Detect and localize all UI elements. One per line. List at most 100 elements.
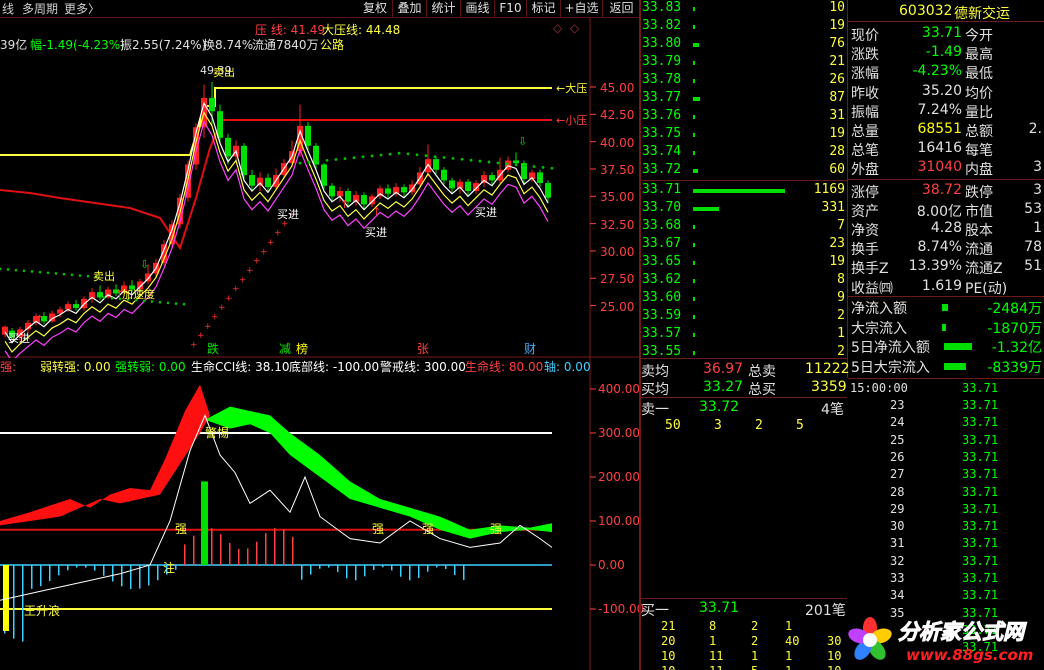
- accel-label: 加速度: [122, 288, 155, 301]
- sell-avg-label: 卖均: [641, 364, 669, 380]
- flow-label: 5日净流入额: [851, 340, 930, 356]
- order-book-row[interactable]: 33.78 26: [641, 72, 847, 90]
- quote-label: 跌停: [965, 184, 993, 201]
- candle-body: [329, 185, 335, 197]
- toolbar-button-back[interactable]: 返回: [602, 0, 640, 18]
- cci-indicator-panel[interactable]: 强: 弱转强: 0.00 强转弱: 0.00 生命CCI线: 38.10 底部线…: [0, 358, 644, 670]
- quote-label: 总量: [851, 124, 879, 140]
- quote-value: 31040: [917, 159, 962, 176]
- support-dot: [62, 272, 66, 276]
- cci-volume-bar: [463, 565, 465, 580]
- trade-time: 32: [890, 553, 905, 568]
- support-dot: [174, 302, 178, 305]
- support-dot: [361, 155, 365, 159]
- trade-time: 23: [890, 398, 905, 412]
- trade-price: 33.71: [962, 449, 999, 464]
- order-book-row[interactable]: 33.71 1169: [641, 182, 847, 200]
- order-book-row[interactable]: 33.74 28: [641, 144, 847, 162]
- cci-volume-bar: [310, 565, 312, 575]
- quote-label: 收益㈣: [851, 280, 893, 297]
- cci-volume-bar: [211, 528, 213, 565]
- order-book-row[interactable]: 33.79 21: [641, 54, 847, 72]
- cci-red-band: [0, 384, 210, 526]
- toolbar-button-fuquan[interactable]: 复权: [358, 0, 392, 18]
- support-cross: +: [225, 294, 233, 304]
- buy1-queue-item: 1: [785, 649, 793, 663]
- candle-body: [513, 160, 519, 164]
- cci-life-value: 生命线: 80.00: [465, 360, 544, 374]
- order-book-row[interactable]: 33.65 19: [641, 254, 847, 272]
- support-dot: [496, 161, 500, 165]
- order-volume-bar: [693, 333, 695, 337]
- order-volume: 19: [829, 18, 845, 33]
- cci-axis-value: 轴: 0.00: [544, 360, 591, 374]
- toolbar-item-multi-period[interactable]: 多周期: [22, 1, 58, 17]
- support-dot: [397, 151, 401, 155]
- toolbar-button-add-watchlist[interactable]: +自选: [560, 0, 602, 18]
- order-volume: 26: [829, 72, 845, 87]
- order-book-row[interactable]: 33.59 2: [641, 308, 847, 326]
- support-dot: [110, 296, 114, 300]
- order-volume: 2: [837, 344, 845, 359]
- order-book-row[interactable]: 33.57 1: [641, 326, 847, 344]
- buy-total-label: 总买: [748, 382, 776, 398]
- toolbar-button-draw[interactable]: 画线: [460, 0, 494, 18]
- quote-label: 最高: [965, 47, 993, 64]
- price-tick-label: 25.00: [600, 299, 635, 314]
- toolbar-button-f10[interactable]: F10: [494, 0, 526, 18]
- toolbar-item-line[interactable]: 线: [2, 1, 14, 17]
- divider: [641, 397, 847, 398]
- order-book-row[interactable]: 33.80 76: [641, 36, 847, 54]
- order-book-row[interactable]: 33.67 23: [641, 236, 847, 254]
- order-price: 33.79: [642, 54, 682, 69]
- support-dot: [78, 274, 82, 277]
- sell-total-label: 总卖: [748, 364, 776, 380]
- order-price: 33.67: [642, 236, 682, 251]
- order-book-row[interactable]: 33.70 331: [641, 200, 847, 218]
- cci-volume-bar: [175, 565, 177, 570]
- support-dot: [30, 270, 34, 273]
- cci-volume-bar: [121, 565, 123, 587]
- big-pressure-line: [0, 87, 552, 156]
- order-volume: 10: [829, 0, 845, 15]
- toolbar-button-mark[interactable]: 标记: [526, 0, 560, 18]
- order-book-row[interactable]: 33.76 31: [641, 108, 847, 126]
- sell1-queue-item: 3: [714, 418, 722, 433]
- cci-volume-bar: [265, 533, 267, 565]
- trade-time: 31: [890, 536, 905, 551]
- price-tick-label: 27.50: [600, 272, 635, 287]
- order-book-row[interactable]: 33.82 19: [641, 18, 847, 36]
- candle-body: [225, 137, 231, 157]
- quote-label: 内盘: [965, 162, 993, 179]
- arrow-up-icon: ↑: [372, 205, 381, 218]
- order-price: 33.60: [642, 290, 682, 305]
- support-dot: [307, 160, 311, 164]
- cci-tick-label: 300.00: [598, 426, 640, 440]
- kline-chart-panel[interactable]: + + + + + + + + + + + + + + + ↑ ↑ ↑ ↑ ⇩ ⇩ 压 线: 41.49 大压线: 44…: [0, 18, 640, 358]
- sell-avg-value: 36.97: [703, 361, 744, 377]
- toolbar-item-more[interactable]: 更多〉: [64, 1, 100, 17]
- order-book-row[interactable]: 33.75 19: [641, 126, 847, 144]
- diamond-icon: ◇: [570, 21, 580, 35]
- toolbar-button-overlay[interactable]: 叠加: [392, 0, 426, 18]
- order-book-row[interactable]: 33.62 8: [641, 272, 847, 290]
- order-book-row[interactable]: 33.83 10: [641, 0, 847, 18]
- order-price: 33.57: [642, 326, 682, 341]
- quote-label: 最低: [965, 66, 993, 83]
- cci-strong-to-weak: 强转弱: 0.00: [115, 360, 186, 374]
- order-book-row[interactable]: 33.60 9: [641, 290, 847, 308]
- quote-label: 昨收: [851, 85, 879, 102]
- order-price: 33.76: [642, 108, 682, 123]
- cci-volume-bar: [409, 565, 411, 581]
- order-book-summary: 卖均 36.97 总卖 11222 买均 33.27 总买 3359 卖一 33…: [641, 359, 850, 670]
- toolbar-button-stats[interactable]: 统计: [426, 0, 460, 18]
- order-book-row[interactable]: 33.72 60: [641, 162, 847, 180]
- event-label-cai: 财: [524, 342, 537, 356]
- support-cross: +: [274, 229, 282, 239]
- order-book-row[interactable]: 33.68 7: [641, 218, 847, 236]
- support-dot: [415, 153, 419, 157]
- cci-volume-bar: [346, 565, 348, 579]
- quote-value: -1.49: [925, 44, 962, 61]
- order-volume-bar: [693, 297, 695, 301]
- order-book-row[interactable]: 33.77 87: [641, 90, 847, 108]
